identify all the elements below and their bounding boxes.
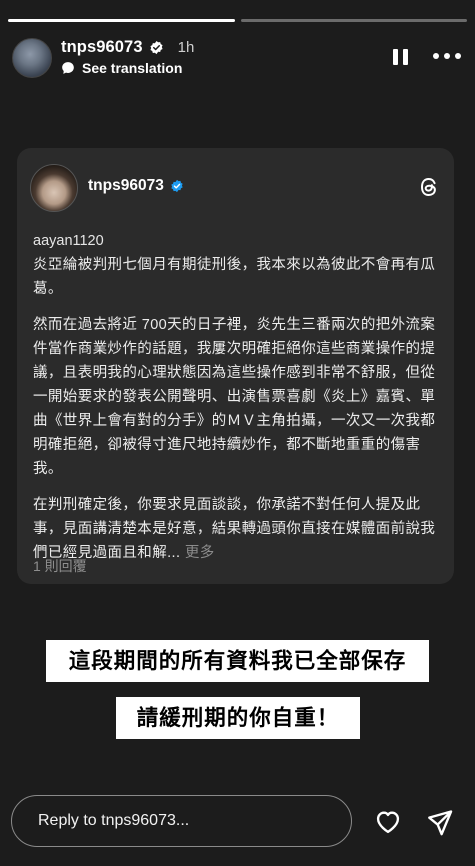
more-options-button[interactable] <box>433 53 461 61</box>
post-user-row: tnps96073 <box>88 177 184 195</box>
post-paragraph-1: 炎亞綸被判刑七個月有期徒刑後，我本來以為彼此不會再有瓜葛。 <box>33 257 436 297</box>
more-dot <box>444 53 450 59</box>
chat-bubble-icon <box>62 62 74 74</box>
story-username[interactable]: tnps96073 <box>61 38 143 57</box>
reply-count[interactable]: 1 則回覆 <box>33 556 87 576</box>
story-header: tnps96073 1h See translation <box>12 38 463 80</box>
pause-button[interactable] <box>391 47 411 67</box>
reply-input[interactable] <box>11 795 352 847</box>
caption-text-2: 請緩刑期的你自重！ <box>116 697 360 739</box>
caption-text-1: 這段期間的所有資料我已全部保存 <box>46 640 429 682</box>
progress-fill-1 <box>8 19 235 22</box>
see-translation-button[interactable]: See translation <box>61 60 182 76</box>
post-paragraph-2: 然而在過去將近 700天的日子裡，炎先生三番兩次的把外流案件當作商業炒作的話題，… <box>33 317 436 477</box>
pause-icon <box>393 49 398 65</box>
post-paragraph-3-text: 在判刑確定後，你要求見面談談，你承諾不對任何人提及此事，見面講清楚本是好意，結果… <box>33 497 436 561</box>
story-user-row: tnps96073 1h <box>61 38 194 57</box>
show-more-link[interactable]: 更多 <box>180 545 214 561</box>
see-translation-label: See translation <box>82 60 183 76</box>
progress-segment-1 <box>8 19 235 22</box>
post-paragraph-3: 在判刑確定後，你要求見面談談，你承諾不對任何人提及此事，見面講清楚本是好意，結果… <box>33 493 444 565</box>
avatar[interactable] <box>12 38 52 78</box>
post-avatar <box>30 164 78 212</box>
reply-to-username: aayan1120 <box>33 233 104 249</box>
progress-segment-2 <box>240 19 467 22</box>
post-body: aayan1120 炎亞綸被判刑七個月有期徒刑後，我本來以為彼此不會再有瓜葛。 … <box>33 231 444 571</box>
more-dots-icon <box>433 53 439 59</box>
more-dot <box>455 53 461 59</box>
shared-threads-post[interactable]: tnps96073 aayan1120 炎亞綸被判刑七個月有期徒刑後，我本來以為… <box>17 148 454 584</box>
pause-icon-bar <box>403 49 408 65</box>
story-timestamp: 1h <box>177 39 195 56</box>
story-progress-bar <box>8 19 467 22</box>
send-icon[interactable] <box>425 808 455 836</box>
post-username: tnps96073 <box>88 177 164 194</box>
heart-icon[interactable] <box>373 808 403 836</box>
threads-logo-icon <box>420 177 436 197</box>
verified-badge-icon <box>171 179 183 193</box>
verified-badge-icon <box>150 40 163 55</box>
